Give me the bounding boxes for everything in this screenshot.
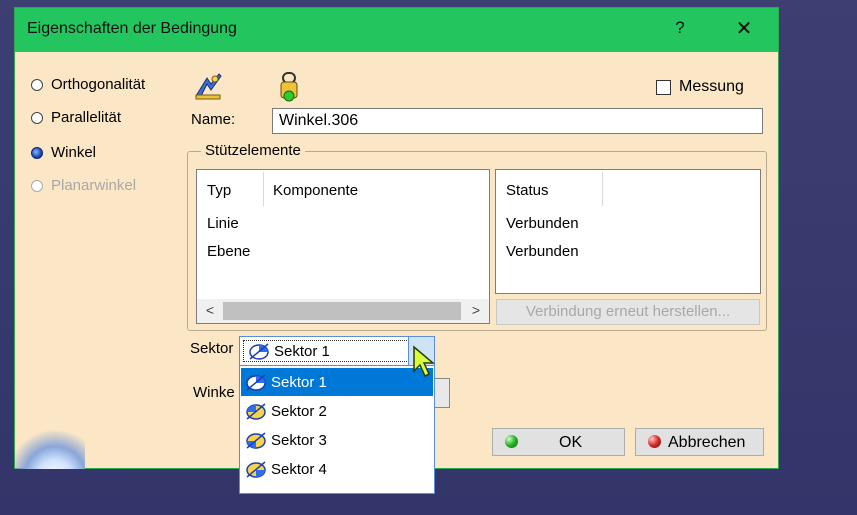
ok-icon bbox=[505, 435, 518, 448]
sector-4-icon bbox=[246, 461, 266, 478]
sector-option-label: Sektor 1 bbox=[271, 373, 327, 391]
constraint-edit-icon[interactable] bbox=[193, 70, 225, 102]
radio-angle[interactable]: Winkel bbox=[31, 144, 96, 161]
column-separator bbox=[263, 172, 264, 206]
row-type[interactable]: Ebene bbox=[207, 243, 250, 260]
column-header-component[interactable]: Komponente bbox=[273, 182, 358, 199]
cancel-icon bbox=[648, 435, 661, 448]
measure-checkbox-wrap[interactable]: Messung bbox=[656, 78, 744, 96]
constraint-properties-dialog: Eigenschaften der Bedingung ? ✕ Orthogon… bbox=[14, 7, 779, 494]
traffic-light-icon bbox=[280, 72, 298, 102]
support-elements-list[interactable]: Typ Komponente Linie Ebene < > bbox=[196, 169, 490, 324]
mouse-cursor-icon bbox=[413, 345, 436, 378]
column-header-status[interactable]: Status bbox=[506, 182, 549, 199]
column-header-type[interactable]: Typ bbox=[207, 182, 231, 199]
cancel-button[interactable]: Abbrechen bbox=[635, 428, 764, 456]
sector-dropdown-list[interactable]: Sektor 1 Sektor 2 Sektor 3 Sektor 4 bbox=[239, 365, 435, 494]
title-bar: Eigenschaften der Bedingung ? ✕ bbox=[15, 8, 778, 52]
close-button[interactable]: ✕ bbox=[727, 16, 761, 44]
sector-3-icon bbox=[246, 432, 266, 449]
measure-checkbox[interactable] bbox=[656, 79, 671, 95]
help-button[interactable]: ? bbox=[667, 18, 693, 42]
reconnect-button[interactable]: Verbindung erneut herstellen... bbox=[496, 299, 760, 325]
angle-label: Winke bbox=[193, 384, 235, 401]
horizontal-scrollbar[interactable]: < > bbox=[197, 299, 489, 323]
ok-button[interactable]: OK bbox=[492, 428, 625, 456]
sector-option-2[interactable]: Sektor 2 bbox=[241, 397, 433, 425]
sector-combobox[interactable]: Sektor 1 bbox=[239, 336, 435, 366]
window-title: Eigenschaften der Bedingung bbox=[27, 20, 237, 37]
ok-label: OK bbox=[559, 434, 583, 451]
sector-combobox-value[interactable]: Sektor 1 bbox=[243, 340, 409, 362]
radio-indicator-disabled bbox=[31, 179, 43, 192]
sector-selected-text: Sektor 1 bbox=[274, 342, 330, 360]
cancel-label: Abbrechen bbox=[668, 434, 746, 451]
radio-parallelism[interactable]: Parallelität bbox=[31, 109, 121, 126]
sector-1-icon bbox=[246, 374, 266, 391]
name-field[interactable]: Winkel.306 bbox=[272, 108, 763, 134]
sector-option-1[interactable]: Sektor 1 bbox=[241, 368, 433, 396]
scroll-left-button[interactable]: < bbox=[201, 302, 219, 320]
radio-indicator-selected[interactable] bbox=[31, 146, 43, 159]
radio-indicator[interactable] bbox=[31, 111, 43, 124]
sector-option-label: Sektor 4 bbox=[271, 460, 327, 478]
sector-label: Sektor bbox=[190, 340, 234, 357]
radio-label: Planarwinkel bbox=[51, 177, 137, 194]
support-elements-title: Stützelemente bbox=[201, 142, 305, 159]
row-status[interactable]: Verbunden bbox=[506, 243, 579, 260]
scroll-right-button[interactable]: > bbox=[467, 302, 485, 320]
row-type[interactable]: Linie bbox=[207, 215, 239, 232]
radio-label: Winkel bbox=[51, 144, 97, 161]
sector-option-3[interactable]: Sektor 3 bbox=[241, 426, 433, 454]
status-list[interactable]: Status Verbunden Verbunden bbox=[495, 169, 761, 294]
measure-label: Messung bbox=[679, 78, 744, 95]
name-label: Name: bbox=[191, 111, 236, 128]
radio-label: Orthogonalität bbox=[51, 76, 146, 93]
radio-indicator[interactable] bbox=[31, 78, 43, 91]
sector-1-icon bbox=[249, 343, 269, 360]
scroll-thumb[interactable] bbox=[223, 302, 461, 320]
radio-planar-angle: Planarwinkel bbox=[31, 177, 136, 194]
radio-label: Parallelität bbox=[51, 109, 122, 126]
radio-orthogonality[interactable]: Orthogonalität bbox=[31, 76, 145, 93]
sector-option-label: Sektor 3 bbox=[271, 431, 327, 449]
row-status[interactable]: Verbunden bbox=[506, 215, 579, 232]
column-separator bbox=[602, 172, 603, 206]
sector-2-icon bbox=[246, 403, 266, 420]
decorative-glow bbox=[15, 422, 85, 469]
sector-option-label: Sektor 2 bbox=[271, 402, 327, 420]
sector-option-4[interactable]: Sektor 4 bbox=[241, 455, 433, 483]
